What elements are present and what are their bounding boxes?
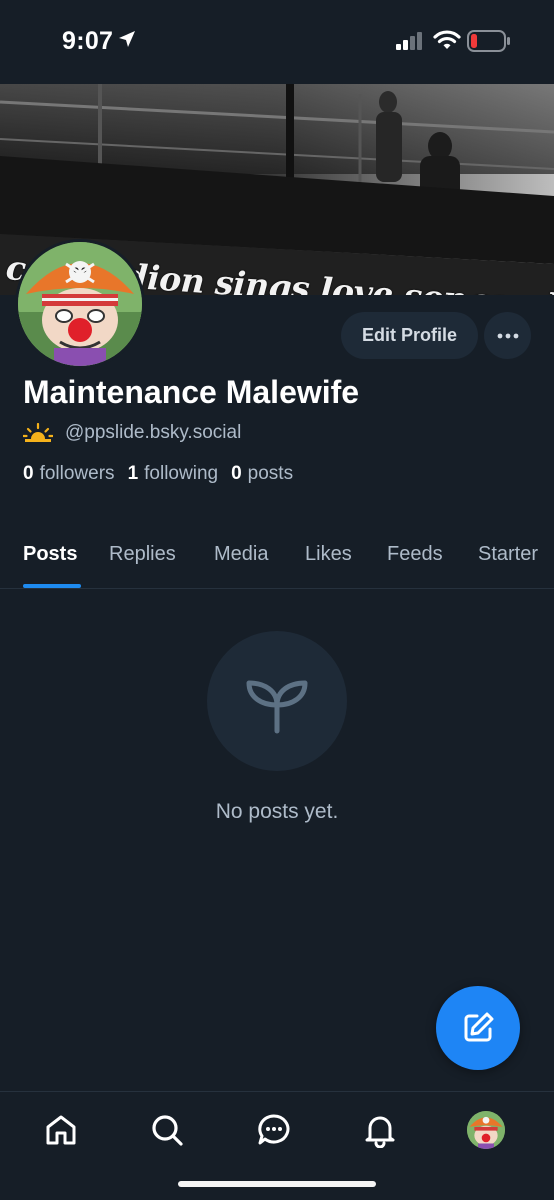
more-options-button[interactable] (484, 312, 531, 359)
status-time: 9:07 (62, 27, 114, 55)
search-icon (152, 1115, 183, 1146)
battery-low-icon (467, 30, 510, 52)
followers-label: followers (39, 463, 115, 484)
bell-icon (365, 1116, 395, 1148)
compose-icon (464, 1012, 494, 1042)
edit-profile-button[interactable]: Edit Profile (341, 312, 478, 359)
profile-handle: @ppslide.bsky.social (65, 422, 242, 443)
tab-media[interactable]: Media (214, 543, 268, 566)
home-indicator (178, 1181, 376, 1187)
tab-feeds[interactable]: Feeds (387, 543, 443, 566)
profile-stats: 0 followers 1 following 0 posts (23, 463, 306, 485)
profile-display-name: Maintenance Malewife (23, 374, 360, 410)
followers-stat[interactable]: 0 followers (23, 463, 115, 485)
nav-profile-avatar[interactable] (467, 1111, 505, 1149)
posts-label: posts (247, 463, 294, 484)
status-bar: 9:07 (0, 0, 554, 84)
tab-replies[interactable]: Replies (109, 543, 176, 566)
nav-chat-button[interactable] (254, 1110, 294, 1150)
empty-state-badge (207, 631, 347, 771)
following-label: following (144, 463, 219, 484)
tab-starter-packs[interactable]: Starter (478, 543, 538, 566)
followers-count: 0 (23, 463, 34, 484)
active-tab-indicator (23, 584, 81, 588)
compose-post-button[interactable] (436, 986, 520, 1070)
ellipsis-icon (497, 333, 518, 338)
clown-pirate-avatar-image (18, 242, 142, 366)
tab-posts[interactable]: Posts (23, 543, 77, 566)
empty-state-text: No posts yet. (215, 800, 339, 823)
profile-handle-row: @ppslide.bsky.social (23, 422, 241, 444)
wifi-icon (433, 30, 461, 49)
nav-home-button[interactable] (41, 1110, 81, 1150)
posts-stat: 0 posts (231, 463, 293, 485)
profile-tabs: Posts Replies Media Likes Feeds Starter (0, 528, 554, 589)
nav-notifications-button[interactable] (360, 1110, 400, 1150)
location-arrow-icon (119, 31, 135, 47)
cellular-signal-icon (396, 32, 422, 50)
posts-count: 0 (231, 463, 242, 484)
home-icon (46, 1115, 76, 1145)
chat-icon (258, 1114, 290, 1145)
avatar (467, 1111, 505, 1149)
tab-likes[interactable]: Likes (305, 543, 352, 566)
sprout-icon (246, 680, 308, 734)
sunrise-icon (23, 423, 53, 442)
profile-avatar[interactable] (15, 239, 145, 369)
following-count: 1 (127, 463, 139, 484)
nav-search-button[interactable] (147, 1110, 187, 1150)
following-stat[interactable]: 1 following (128, 463, 219, 485)
